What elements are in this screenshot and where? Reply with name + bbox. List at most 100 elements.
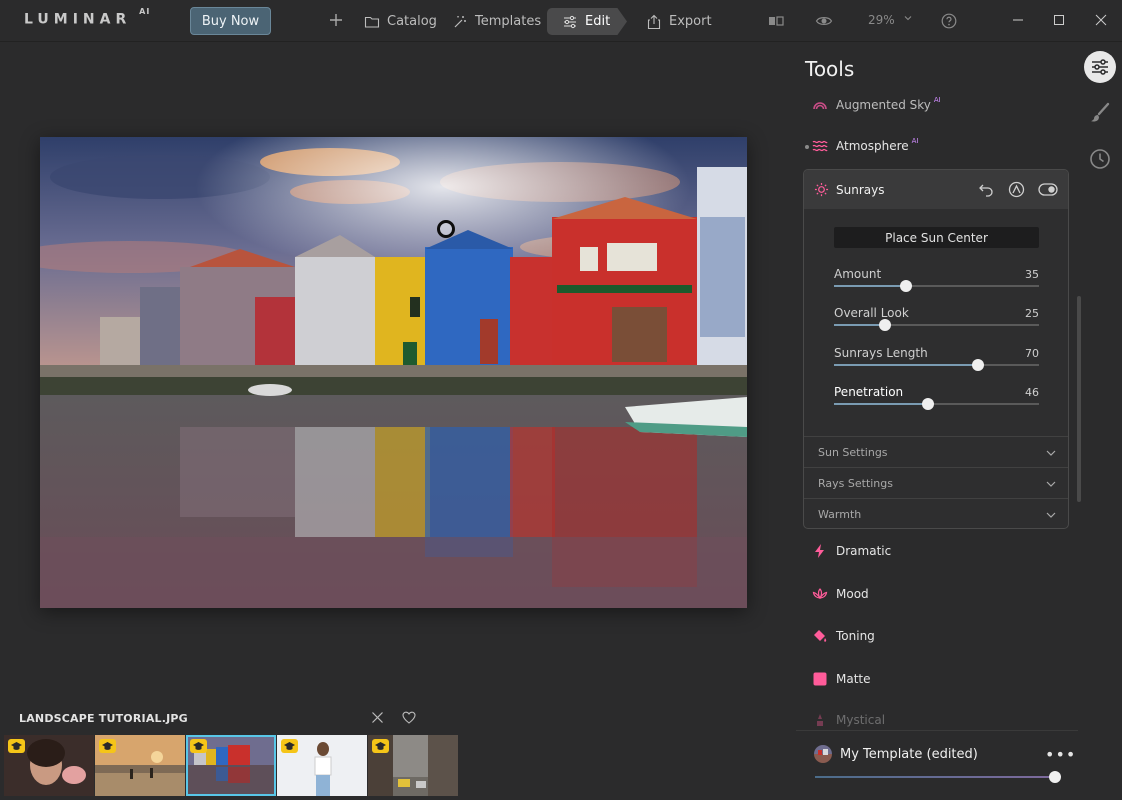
- slider-value: 70: [1025, 347, 1039, 360]
- rainbow-icon: [813, 102, 827, 110]
- warmth-section[interactable]: Warmth: [804, 498, 1068, 528]
- folder-icon: [364, 16, 380, 28]
- filmstrip: [4, 735, 458, 796]
- slider-handle[interactable]: [899, 280, 912, 292]
- heart-icon[interactable]: [402, 711, 416, 724]
- sunrays-title: Sunrays: [836, 183, 885, 197]
- buy-now-button[interactable]: Buy Now: [190, 7, 271, 35]
- section-label: Rays Settings: [818, 477, 893, 490]
- penetration-slider[interactable]: Penetration 46: [834, 385, 1039, 415]
- filmstrip-thumbnail[interactable]: [368, 735, 458, 796]
- template-amount-track[interactable]: [815, 776, 1055, 778]
- slider-value: 25: [1025, 307, 1039, 320]
- filmstrip-thumbnail[interactable]: [95, 735, 185, 796]
- filmstrip-thumbnail-selected[interactable]: [186, 735, 276, 796]
- tab-templates[interactable]: Templates: [452, 8, 541, 35]
- toggle-visibility-icon[interactable]: [1038, 181, 1058, 198]
- section-label: Warmth: [818, 508, 862, 521]
- slider-value: 46: [1025, 386, 1039, 399]
- history-tab-button[interactable]: [1084, 143, 1116, 175]
- sunrays-length-slider[interactable]: Sunrays Length 70: [834, 346, 1039, 376]
- slider-handle[interactable]: [879, 319, 892, 331]
- tool-label: Mood: [836, 587, 869, 601]
- mystical-icon: [817, 714, 823, 726]
- tutorial-badge-icon: [281, 739, 298, 753]
- template-name[interactable]: My Template (edited): [840, 747, 978, 762]
- template-thumbnail: [814, 745, 832, 763]
- filmstrip-thumbnail[interactable]: [277, 735, 367, 796]
- mask-icon[interactable]: [1008, 181, 1025, 198]
- tutorial-badge-icon: [372, 739, 389, 753]
- ai-tag: AI: [933, 96, 941, 104]
- maximize-icon[interactable]: [1052, 13, 1066, 27]
- tool-atmosphere[interactable]: Atmosphere AI: [812, 137, 919, 154]
- tab-catalog-label: Catalog: [387, 14, 437, 29]
- clock-icon: [1090, 149, 1110, 169]
- tool-mood[interactable]: Mood: [812, 586, 869, 602]
- lotus-icon: [812, 588, 828, 600]
- sun-settings-section[interactable]: Sun Settings: [804, 436, 1068, 467]
- close-icon[interactable]: [371, 711, 384, 724]
- add-photos-button[interactable]: [328, 6, 344, 33]
- sun-center-marker[interactable]: [437, 220, 455, 238]
- slider-fill: [834, 403, 929, 405]
- close-icon[interactable]: [1094, 13, 1108, 27]
- tool-toning[interactable]: Toning: [812, 628, 875, 644]
- tutorial-badge-icon: [99, 739, 116, 753]
- chevron-down-icon: [1046, 512, 1056, 518]
- tool-mystical[interactable]: Mystical: [812, 712, 885, 728]
- eye-icon[interactable]: [815, 12, 833, 30]
- undo-icon[interactable]: [978, 181, 995, 198]
- place-sun-center-button[interactable]: Place Sun Center: [834, 227, 1039, 248]
- tool-label: Mystical: [836, 713, 886, 727]
- waves-icon: [812, 140, 828, 152]
- slider-fill: [834, 285, 906, 287]
- sun-icon: [814, 182, 829, 197]
- slider-handle[interactable]: [971, 359, 984, 371]
- app-logo: LUMINAR AI: [24, 7, 151, 28]
- chevron-down-icon[interactable]: [903, 13, 913, 23]
- slider-fill: [834, 364, 978, 366]
- compare-icon[interactable]: [767, 12, 785, 30]
- tab-catalog[interactable]: Catalog: [364, 8, 437, 35]
- sunrays-header[interactable]: Sunrays: [804, 170, 1068, 209]
- filmstrip-thumbnail[interactable]: [4, 735, 94, 796]
- brush-icon: [1091, 102, 1110, 122]
- tools-tab-button[interactable]: [1084, 51, 1116, 83]
- zoom-level[interactable]: 29%: [868, 13, 895, 27]
- overall-look-slider[interactable]: Overall Look 25: [834, 306, 1039, 336]
- rays-settings-section[interactable]: Rays Settings: [804, 467, 1068, 498]
- tab-templates-label: Templates: [475, 14, 542, 29]
- tools-scrollbar[interactable]: [1077, 296, 1081, 502]
- tab-edit-label: Edit: [585, 14, 611, 29]
- tab-edit[interactable]: Edit: [547, 8, 627, 35]
- landscape-photo: [40, 137, 747, 608]
- template-divider: [796, 730, 1078, 731]
- slider-label: Amount: [834, 267, 882, 281]
- matte-square-icon: [813, 672, 827, 686]
- more-options-icon[interactable]: •••: [1045, 745, 1076, 764]
- sunrays-tool-card: Sunrays Place Sun Center Amount 35 Overa…: [803, 169, 1069, 529]
- template-amount-handle[interactable]: [1049, 771, 1061, 783]
- tab-export-label: Export: [669, 14, 712, 29]
- tool-label: Augmented Sky: [836, 98, 931, 112]
- magic-wand-icon: [454, 15, 466, 27]
- tab-export[interactable]: Export: [646, 8, 712, 35]
- tool-augmented-sky[interactable]: Augmented Sky AI: [812, 96, 941, 113]
- minimize-icon[interactable]: [1011, 13, 1025, 27]
- tool-dramatic[interactable]: Dramatic: [812, 543, 891, 559]
- help-icon[interactable]: [940, 12, 958, 30]
- filmstrip-title: LANDSCAPE TUTORIAL.JPG: [19, 712, 188, 725]
- chevron-down-icon: [1046, 450, 1056, 456]
- sliders-icon: [1092, 59, 1108, 75]
- amount-slider[interactable]: Amount 35: [834, 267, 1039, 297]
- brush-tab-button[interactable]: [1084, 97, 1116, 129]
- lightning-icon: [815, 544, 824, 558]
- plus-icon: [330, 13, 342, 26]
- main-photo-canvas[interactable]: [40, 137, 747, 608]
- slider-handle[interactable]: [922, 398, 935, 410]
- tools-title: Tools: [805, 57, 855, 81]
- top-bar: LUMINAR AI Buy Now Catalog Templates Edi…: [0, 0, 1122, 42]
- tool-matte[interactable]: Matte: [812, 671, 871, 687]
- ai-tag: AI: [911, 137, 919, 145]
